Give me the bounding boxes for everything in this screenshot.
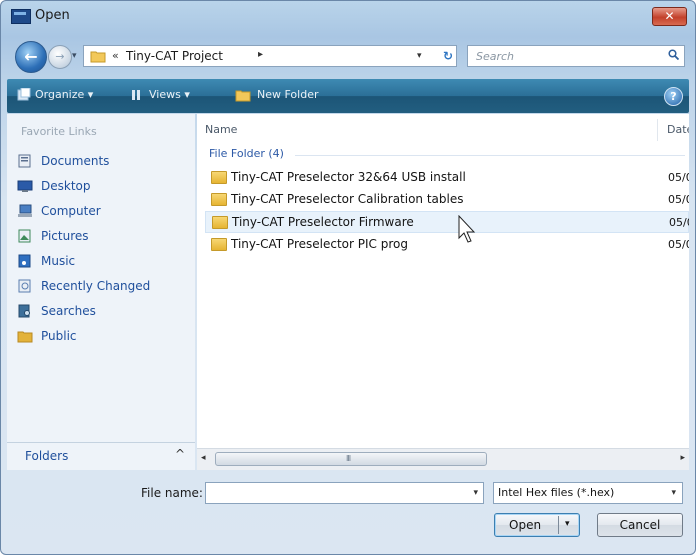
recent-pages-dropdown[interactable]: ▾ (72, 51, 77, 61)
sidebar-item-label: Public (41, 329, 77, 343)
column-divider[interactable] (657, 119, 658, 141)
chevron-down-icon: ▾ (671, 488, 676, 498)
file-name-label: File name: (141, 486, 203, 500)
desktop-icon (17, 180, 33, 192)
open-options-dropdown[interactable]: ▾ (565, 519, 570, 529)
breadcrumb-overflow[interactable]: « (112, 49, 119, 62)
new-folder-icon (235, 90, 251, 102)
views-icon (132, 90, 140, 100)
split-divider (558, 516, 559, 534)
folder-icon (212, 216, 228, 229)
close-button[interactable]: ✕ (652, 7, 687, 26)
file-date: 05/0 (669, 216, 689, 229)
scroll-right-icon[interactable]: ▸ (680, 453, 685, 463)
window-title: Open (35, 8, 70, 23)
mouse-cursor-icon (458, 215, 476, 243)
organize-button[interactable]: Organize ▾ (35, 88, 93, 101)
favorite-links-heading: Favorite Links (21, 125, 97, 138)
sidebar-item-label: Music (41, 254, 76, 268)
navigation-pane: Favorite Links Documents Desktop Compute… (7, 114, 195, 469)
file-list: Name Date File Folder (4) Tiny-CAT Prese… (197, 114, 689, 448)
scrollbar-thumb[interactable]: III (215, 452, 487, 466)
list-item[interactable]: Tiny-CAT Preselector Calibration tables … (205, 189, 689, 211)
scroll-left-icon[interactable]: ◂ (201, 453, 206, 463)
address-dropdown[interactable]: ▾ (417, 51, 422, 61)
search-icon[interactable] (668, 49, 679, 60)
recently-changed-icon (18, 279, 31, 293)
folder-icon (211, 238, 227, 251)
breadcrumb-current[interactable]: Tiny-CAT Project (126, 49, 223, 63)
back-button[interactable]: ← (15, 41, 47, 73)
folder-icon (90, 51, 106, 63)
file-type-select[interactable]: Intel Hex files (*.hex) ▾ (493, 482, 683, 504)
list-item[interactable]: Tiny-CAT Preselector PIC prog 05/0 (205, 234, 689, 256)
grip-icon: III (346, 454, 351, 463)
breadcrumb-separator[interactable]: ▸ (258, 49, 263, 60)
file-name: Tiny-CAT Preselector PIC prog (231, 237, 408, 251)
music-icon (18, 254, 31, 268)
folders-toggle[interactable]: Folders ^ (7, 442, 195, 470)
searches-icon (18, 304, 30, 318)
file-name: Tiny-CAT Preselector 32&64 USB install (231, 170, 466, 184)
file-type-value: Intel Hex files (*.hex) (498, 486, 615, 499)
sidebar-item-searches[interactable]: Searches (17, 302, 187, 322)
file-date: 05/0 (668, 193, 689, 206)
file-date: 05/0 (668, 171, 689, 184)
open-button[interactable]: Open ▾ (494, 513, 580, 537)
list-item[interactable]: Tiny-CAT Preselector Firmware 05/0 (205, 211, 689, 233)
sidebar-item-documents[interactable]: Documents (17, 152, 187, 172)
sidebar-item-music[interactable]: Music (17, 252, 187, 272)
documents-icon (18, 154, 31, 168)
refresh-button[interactable]: ↻ (438, 46, 458, 66)
sidebar-item-computer[interactable]: Computer (17, 202, 187, 222)
folders-label: Folders (25, 449, 69, 463)
back-arrow-icon: ← (24, 47, 38, 66)
cancel-button-label: Cancel (619, 518, 661, 532)
sidebar-item-label: Computer (41, 204, 101, 218)
pictures-icon (18, 229, 31, 243)
address-bar[interactable]: « Tiny-CAT Project ▸ ▾ (83, 45, 457, 67)
horizontal-scrollbar[interactable]: ◂ III ▸ (197, 448, 689, 470)
public-icon (17, 331, 33, 343)
help-button[interactable]: ? (664, 87, 683, 106)
cancel-button[interactable]: Cancel (597, 513, 683, 537)
folder-icon (211, 171, 227, 184)
forward-arrow-icon: → (55, 50, 65, 63)
sidebar-item-label: Recently Changed (41, 279, 151, 293)
computer-icon (18, 204, 32, 217)
sidebar-item-desktop[interactable]: Desktop (17, 177, 187, 197)
file-name: Tiny-CAT Preselector Calibration tables (231, 192, 464, 206)
search-input[interactable]: Search (467, 45, 685, 67)
file-name-field[interactable]: ▾ (205, 482, 484, 504)
title-bar: Open ✕ (1, 1, 695, 33)
sidebar-item-label: Searches (41, 304, 96, 318)
forward-button[interactable]: → (48, 45, 72, 69)
chevron-up-icon: ^ (175, 447, 186, 461)
sidebar-item-label: Documents (41, 154, 110, 168)
views-button[interactable]: Views ▾ (149, 88, 190, 101)
column-header-name[interactable]: Name (205, 123, 237, 136)
column-header-date[interactable]: Date (667, 123, 689, 136)
sidebar-item-public[interactable]: Public (17, 327, 187, 347)
sidebar-item-label: Desktop (41, 179, 91, 193)
group-header[interactable]: File Folder (4) (209, 147, 284, 160)
app-icon (11, 9, 31, 24)
file-date: 05/0 (668, 238, 689, 251)
file-name: Tiny-CAT Preselector Firmware (232, 215, 414, 229)
list-item[interactable]: Tiny-CAT Preselector 32&64 USB install 0… (205, 167, 689, 189)
folder-icon (211, 193, 227, 206)
chevron-down-icon[interactable]: ▾ (473, 488, 478, 498)
open-dialog: Open ✕ ← → ▾ « Tiny-CAT Project ▸ ▾ ↻ Se… (0, 0, 696, 555)
open-button-label: Open (509, 518, 542, 532)
command-bar: Organize ▾ Views ▾ New Folder ? (7, 79, 689, 113)
sidebar-item-pictures[interactable]: Pictures (17, 227, 187, 247)
group-divider (295, 155, 685, 156)
sidebar-item-recently-changed[interactable]: Recently Changed (17, 277, 187, 297)
new-folder-button[interactable]: New Folder (257, 88, 318, 101)
organize-icon (17, 88, 31, 101)
sidebar-item-label: Pictures (41, 229, 89, 243)
search-placeholder: Search (476, 50, 515, 63)
